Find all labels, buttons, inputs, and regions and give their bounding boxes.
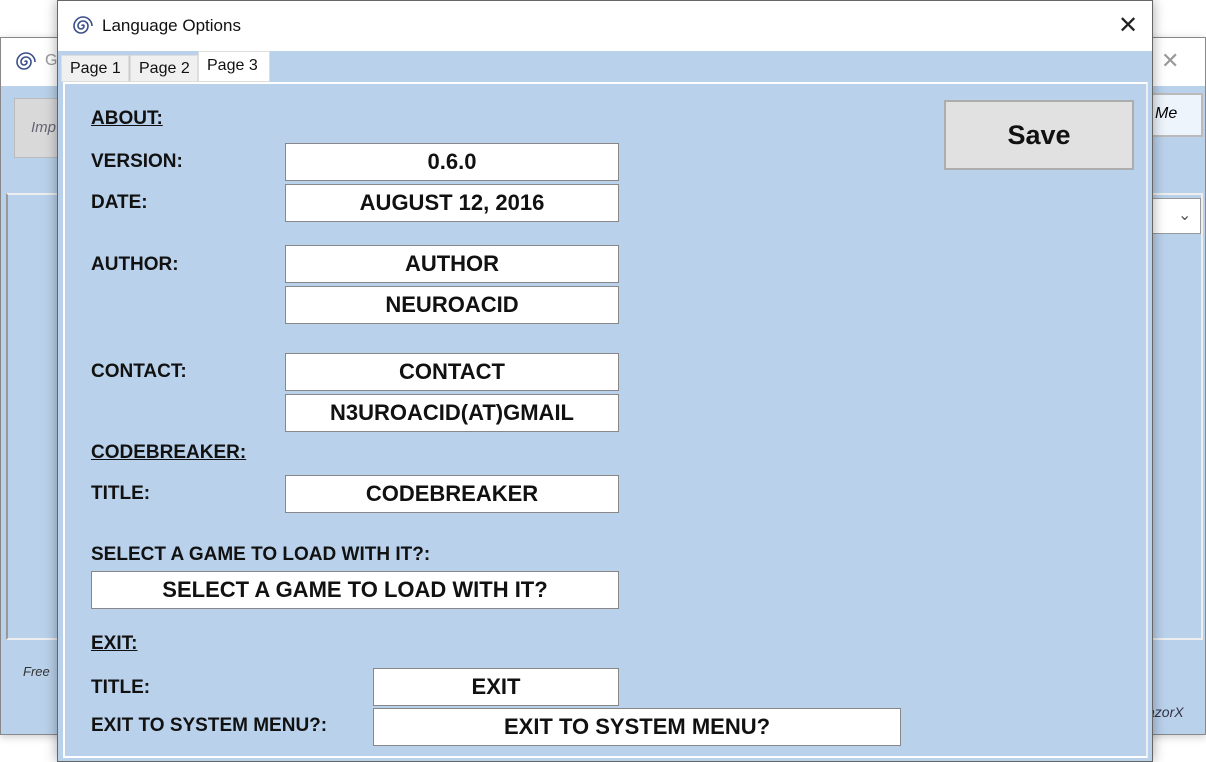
exit-title-label: TITLE: (91, 677, 151, 698)
codebreaker-heading: CODEBREAKER: (91, 442, 247, 463)
close-icon[interactable]: ✕ (1118, 11, 1138, 40)
exit-heading: EXIT: (91, 633, 138, 654)
contact-field[interactable]: CONTACT (285, 353, 619, 391)
background-button-right[interactable]: Me (1149, 93, 1203, 137)
background-window-title: G (45, 52, 58, 69)
spiral-logo-icon (73, 16, 93, 34)
tab-page-3[interactable]: Page 3 (198, 51, 270, 82)
select-game-field[interactable]: SELECT A GAME TO LOAD WITH IT? (91, 571, 619, 609)
codebreaker-title-label: TITLE: (91, 483, 151, 504)
author-name-field[interactable]: NEUROACID (285, 286, 619, 324)
author-field[interactable]: AUTHOR (285, 245, 619, 283)
import-button[interactable]: Imp (14, 98, 62, 158)
background-close-icon[interactable]: ✕ (1161, 48, 1179, 74)
title-bar: Language Options ✕ (58, 1, 1152, 51)
exit-system-label: EXIT TO SYSTEM MENU?: (91, 715, 328, 736)
tab-page-1[interactable]: Page 1 (61, 55, 129, 82)
version-field[interactable]: 0.6.0 (285, 143, 619, 181)
contact-email-field[interactable]: N3UROACID(AT)GMAIL (285, 394, 619, 432)
author-label: AUTHOR: (91, 254, 179, 275)
save-button[interactable]: Save (944, 100, 1134, 170)
background-footer-left: Free (23, 664, 50, 679)
exit-system-field[interactable]: EXIT TO SYSTEM MENU? (373, 708, 901, 746)
version-label: VERSION: (91, 151, 183, 172)
date-field[interactable]: AUGUST 12, 2016 (285, 184, 619, 222)
codebreaker-title-field[interactable]: CODEBREAKER (285, 475, 619, 513)
language-options-window: Language Options ✕ Page 1 Page 2 Page 3 … (57, 0, 1153, 762)
contact-label: CONTACT: (91, 361, 187, 382)
select-game-label: SELECT A GAME TO LOAD WITH IT?: (91, 544, 431, 565)
window-title: Language Options (102, 16, 241, 35)
about-heading: ABOUT: (91, 108, 163, 129)
date-label: DATE: (91, 192, 148, 213)
tab-page-2[interactable]: Page 2 (130, 55, 198, 82)
exit-title-field[interactable]: EXIT (373, 668, 619, 706)
spiral-logo-icon (16, 52, 36, 70)
